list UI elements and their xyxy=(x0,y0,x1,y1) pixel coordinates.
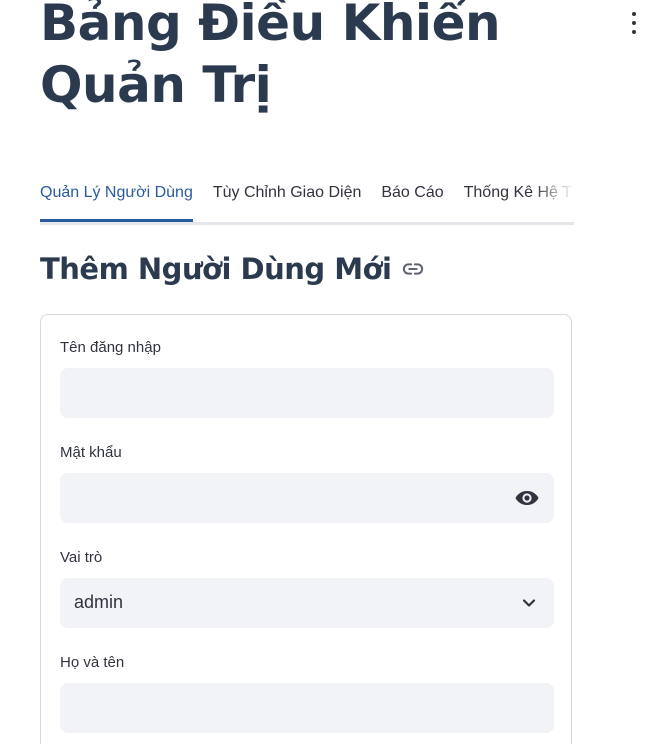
username-label: Tên đăng nhập xyxy=(60,339,161,356)
password-input[interactable] xyxy=(60,473,554,523)
tab-theme-customization[interactable]: Tùy Chỉnh Giao Diện xyxy=(213,174,362,219)
section-title-text: Thêm Người Dùng Mới xyxy=(40,252,392,286)
page-title: Bảng Điều Khiển Quản Trị xyxy=(40,0,580,116)
main-menu-icon[interactable] xyxy=(624,12,644,34)
section-title: Thêm Người Dùng Mới xyxy=(40,252,424,286)
username-input[interactable] xyxy=(60,368,554,418)
tab-reports[interactable]: Báo Cáo xyxy=(381,174,443,219)
page-title-line2: Quản Trị xyxy=(40,56,272,114)
fullname-input[interactable] xyxy=(60,683,554,733)
tab-user-management[interactable]: Quản Lý Người Dùng xyxy=(40,174,193,222)
role-label: Vai trò xyxy=(60,549,103,566)
eye-icon[interactable] xyxy=(514,486,540,510)
fullname-label: Họ và tên xyxy=(60,654,125,671)
role-select-value: admin xyxy=(74,592,124,612)
password-label: Mật khẩu xyxy=(60,444,122,461)
link-icon[interactable] xyxy=(402,258,424,280)
page-title-line1: Bảng Điều Khiển xyxy=(40,0,501,52)
role-select[interactable]: admin xyxy=(60,578,554,628)
add-user-form: Tên đăng nhập Mật khẩu Vai trò admin Họ … xyxy=(40,314,572,744)
chevron-down-icon xyxy=(520,594,538,612)
tab-system-stats[interactable]: Thống Kê Hệ Thống xyxy=(464,174,574,219)
app-page: Bảng Điều Khiển Quản Trị Quản Lý Người D… xyxy=(0,0,663,744)
tab-bar: Quản Lý Người Dùng Tùy Chỉnh Giao Diện B… xyxy=(40,174,574,225)
